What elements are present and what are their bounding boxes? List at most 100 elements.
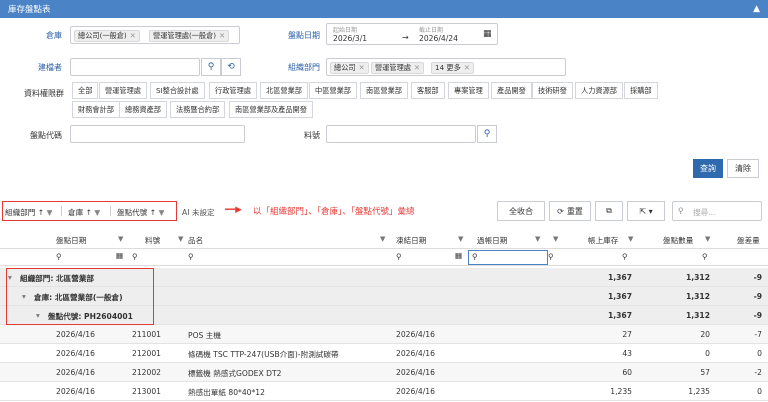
filter-icon[interactable]: ▼	[118, 235, 123, 243]
count-code-input[interactable]	[70, 125, 245, 143]
divider	[110, 206, 111, 216]
arrow-right-icon: →	[402, 33, 409, 42]
book-stock: 43	[622, 349, 632, 358]
freeze-date: 2026/4/16	[396, 349, 435, 358]
warehouse-tag[interactable]: 營運管理處(一般倉) ✕	[149, 30, 230, 42]
copy-button[interactable]: ⧉	[595, 201, 623, 221]
book-stock: 1,235	[610, 387, 632, 396]
search-icon[interactable]: ⚲	[477, 125, 497, 143]
search-icon[interactable]: ⚲	[548, 252, 554, 261]
perm-chip[interactable]: 產品開發	[491, 82, 532, 99]
filter-icon[interactable]: ▼	[178, 235, 183, 243]
perm-chip[interactable]: 採購部	[624, 82, 658, 99]
filter-icon[interactable]: ▼	[535, 235, 540, 243]
search-icon[interactable]: ⚲	[188, 252, 194, 261]
filter-icon[interactable]: ▼	[380, 235, 385, 243]
item-no-label: 料號	[304, 131, 320, 140]
date-range-picker[interactable]: 起始日期 2026/3/1 → 截止日期 2026/4/24 ▦	[326, 23, 498, 45]
col-freeze-date[interactable]: 凍結日期	[396, 235, 426, 246]
perm-chip[interactable]: 財務會計部	[72, 101, 120, 118]
item-name: 熱感出單紙 80*40*12	[188, 388, 265, 397]
perm-chip[interactable]: 法務暨合約部	[170, 101, 226, 118]
perm-chip[interactable]: 總務資產部	[119, 101, 167, 118]
group-rows-highlight	[6, 268, 154, 325]
search-icon[interactable]: ⚲	[132, 252, 138, 261]
search-icon[interactable]: ⚲	[56, 252, 62, 261]
org-more-tag[interactable]: 14 更多 ✕	[431, 62, 474, 74]
table-row[interactable]: 2026/4/16 212001 條碼機 TSC TTP-247(USB介面)-附測…	[0, 344, 768, 363]
org-tag[interactable]: 總公司 ✕	[330, 62, 369, 74]
group-chip-warehouse[interactable]: 倉庫 ↑ ▼	[68, 207, 100, 218]
filter-icon[interactable]: ▼	[705, 235, 710, 243]
perm-chip[interactable]: 專案管理	[448, 82, 489, 99]
perm-chip[interactable]: 全部	[72, 82, 99, 99]
calendar-icon[interactable]: ▦	[116, 251, 123, 260]
collapse-all-button[interactable]: 全收合	[497, 201, 545, 221]
book-stock: 1,367	[607, 311, 632, 320]
filter-icon[interactable]: ▼	[628, 235, 633, 243]
search-icon[interactable]: ⚲	[201, 58, 221, 76]
collapse-chevron-icon[interactable]: ▲	[753, 4, 760, 14]
col-post-date[interactable]: 過帳日期	[477, 235, 507, 246]
col-count-qty[interactable]: 盤點數量	[663, 235, 693, 246]
count-qty: 57	[700, 368, 710, 377]
perm-chip[interactable]: 南區營業部及產品開發	[229, 101, 313, 118]
perm-chip[interactable]: SI整合設計處	[150, 82, 205, 99]
book-stock: 27	[622, 330, 632, 339]
clear-button[interactable]: 清除	[727, 159, 759, 178]
grid-search-input[interactable]: ⚲ 搜尋...	[672, 201, 762, 221]
col-diff-qty[interactable]: 盤差量	[737, 235, 760, 246]
annotation-text: 以「組織部門」、「倉庫」、「盤點代號」彙總	[253, 207, 415, 217]
diff-qty: 0	[757, 349, 762, 358]
clear-icon[interactable]: ⟲	[221, 58, 241, 76]
ai-status: AI 未設定	[182, 208, 215, 217]
col-item-name[interactable]: 品名	[188, 235, 203, 246]
col-item-no[interactable]: 料號	[145, 235, 160, 246]
col-count-date[interactable]: 盤點日期	[56, 235, 86, 246]
perm-chip[interactable]: 中區營業部	[309, 82, 357, 99]
perm-chip[interactable]: 北區營業部	[260, 82, 308, 99]
search-icon[interactable]: ⚲	[472, 252, 478, 261]
perm-chip[interactable]: 營運管理處	[99, 82, 147, 99]
item-no: 213001	[132, 387, 161, 396]
item-name: POS 主機	[188, 331, 221, 340]
warehouse-select[interactable]: 總公司(一般倉) ✕ 營運管理處(一般倉) ✕	[70, 26, 240, 44]
reset-button[interactable]: ⟳ 重置	[549, 201, 591, 221]
perm-chip[interactable]: 技術研發	[532, 82, 573, 99]
perm-chip[interactable]: 行政管理處	[209, 82, 257, 99]
table-row[interactable]: 2026/4/16 212002 標籤機 熱感式GODEX DT2 2026/4/16…	[0, 363, 768, 382]
query-button[interactable]: 查詢	[693, 159, 723, 178]
col-book-stock[interactable]: 帳上庫存	[588, 235, 618, 246]
group-chip-countcode[interactable]: 盤點代號 ↑ ▼	[117, 207, 164, 218]
search-icon[interactable]: ⚲	[396, 252, 402, 261]
perm-chip[interactable]: 客服部	[411, 82, 445, 99]
item-name: 條碼機 TSC TTP-247(USB介面)-附測試碳帶	[188, 350, 339, 359]
calendar-icon[interactable]: ▦	[483, 29, 492, 39]
freeze-date: 2026/4/16	[396, 387, 435, 396]
item-no: 212001	[132, 349, 161, 358]
creator-input[interactable]	[70, 58, 200, 76]
perm-chip[interactable]: 人力資源部	[575, 82, 623, 99]
perm-chip[interactable]: 南區營業部	[360, 82, 408, 99]
org-select[interactable]: 總公司 ✕ 營運管理處 ✕ 14 更多 ✕	[326, 58, 566, 76]
book-stock: 1,367	[607, 292, 632, 301]
filter-icon[interactable]: ▼	[458, 235, 463, 243]
table-row[interactable]: 2026/4/16 213001 熱感出單紙 80*40*12 2026/4/16 1,…	[0, 382, 768, 401]
search-icon[interactable]: ⚲	[702, 252, 708, 261]
org-label: 組織部門	[288, 63, 320, 72]
post-date-filter-input[interactable]	[468, 250, 548, 265]
filter-icon[interactable]: ▼	[553, 235, 558, 243]
calendar-icon[interactable]: ▦	[455, 251, 462, 260]
count-date-label: 盤點日期	[288, 31, 320, 40]
filter-row: ⚲ ▦ ⚲ ⚲ ⚲ ▦ ⚲ ⚲ ⚲ ⚲	[0, 249, 768, 266]
group-chip-org[interactable]: 組織部門 ↑ ▼	[5, 207, 52, 218]
search-icon: ⚲	[678, 206, 684, 215]
title-bar: 庫存盤點表 ▲	[0, 0, 768, 18]
search-icon[interactable]: ⚲	[622, 252, 628, 261]
warehouse-tag[interactable]: 總公司(一般倉) ✕	[74, 30, 140, 42]
export-button[interactable]: ⇱ ▾	[627, 201, 665, 221]
table-row[interactable]: 2026/4/16 211001 POS 主機 2026/4/16 27 20 -7	[0, 325, 768, 344]
count-code-label: 盤點代碼	[30, 131, 62, 140]
org-tag[interactable]: 營運管理處 ✕	[371, 62, 424, 74]
item-no-input[interactable]	[326, 125, 476, 143]
